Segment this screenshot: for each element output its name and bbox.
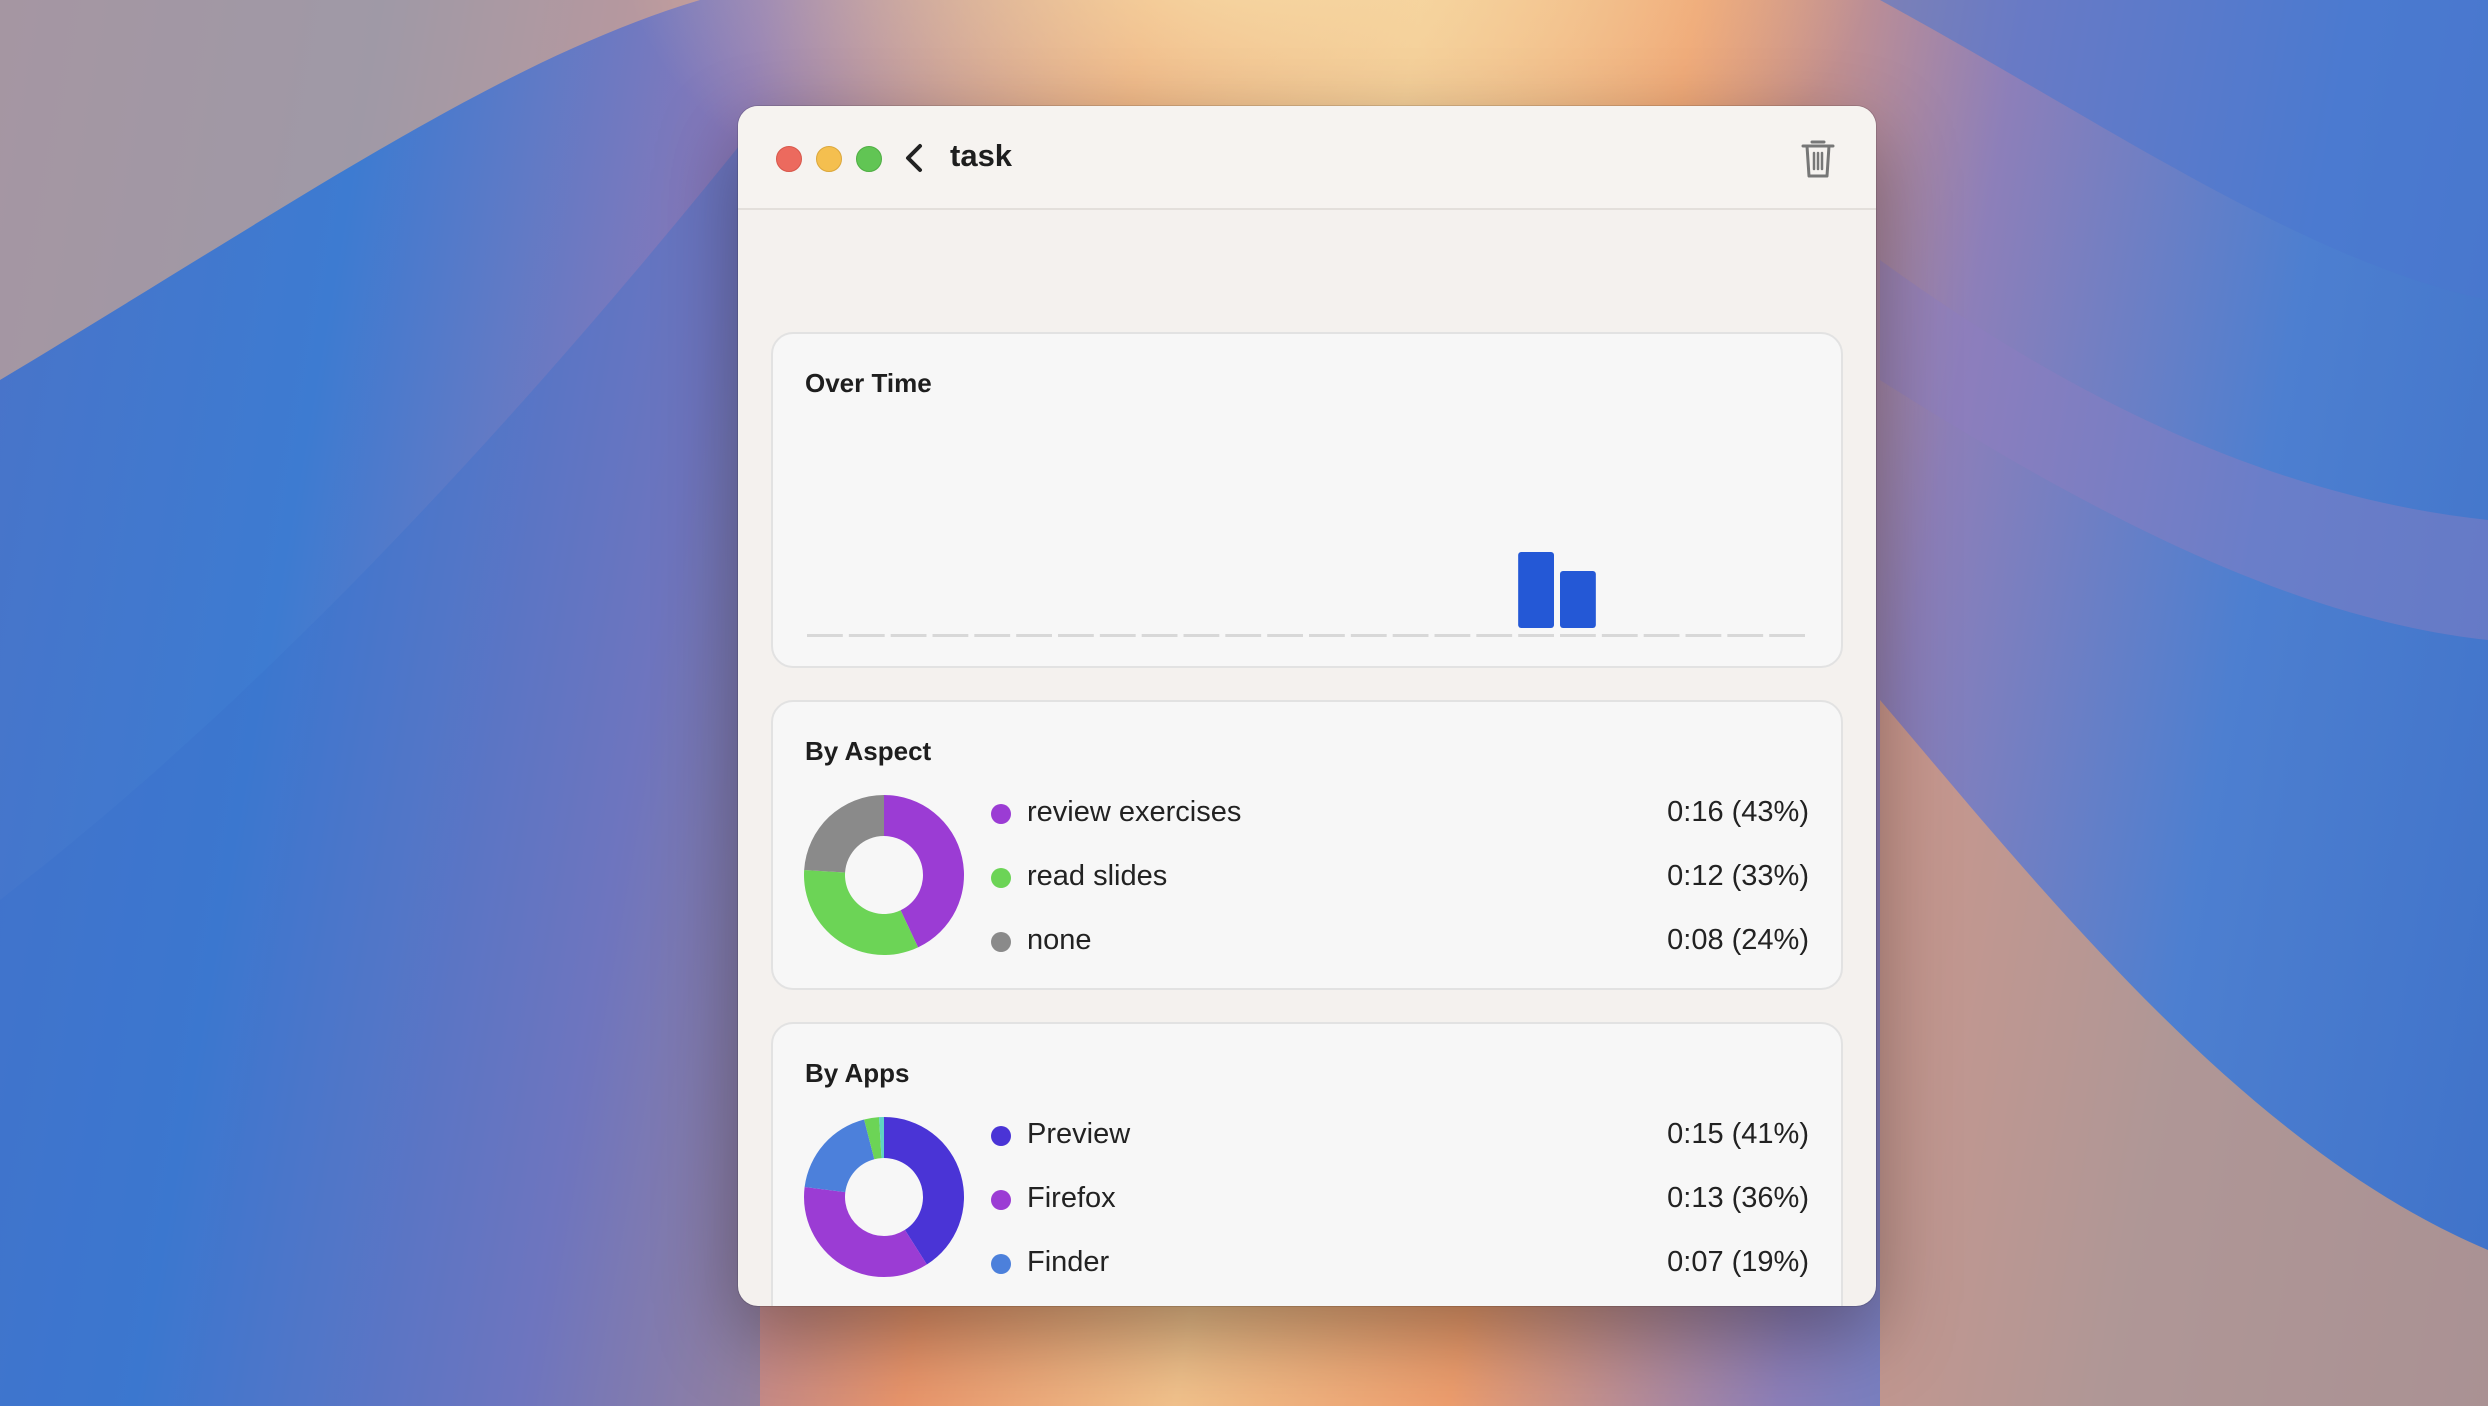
time-slot-baseline [890, 634, 927, 637]
time-slot-baseline [1141, 634, 1178, 637]
time-slot-baseline [1099, 634, 1136, 637]
titlebar: task [738, 106, 1876, 210]
minimize-window-button[interactable] [816, 146, 842, 172]
close-window-button[interactable] [776, 146, 802, 172]
time-bar[interactable] [1518, 552, 1554, 628]
aspect-slice-read-slides[interactable] [804, 869, 919, 955]
time-slot-baseline [1016, 634, 1052, 637]
by-aspect-donut-chart [804, 795, 964, 955]
app-slice-finder[interactable] [804, 1119, 875, 1193]
time-slot-baseline [932, 634, 969, 637]
time-slot-baseline [1643, 634, 1680, 637]
trash-icon [1801, 140, 1835, 178]
chevron-left-icon [906, 144, 922, 172]
over-time-card: Over Time [771, 332, 1843, 668]
app-window: task Over Time By Aspect review exercise… [738, 106, 1876, 1306]
color-dot-icon [991, 868, 1011, 888]
aspect-duration: 0:08 (24%) [1667, 924, 1809, 956]
by-aspect-title: By Aspect [805, 736, 932, 766]
time-bar[interactable] [1560, 571, 1596, 628]
by-apps-card: By Apps Preview 0:15 (41%) Firefox 0:13 (36… [771, 1022, 1843, 1306]
time-slot-baseline [1225, 634, 1262, 637]
app-label: Preview [1027, 1118, 1131, 1150]
app-duration: 0:07 (19%) [1667, 1246, 1809, 1278]
app-duration: 0:13 (36%) [1667, 1182, 1809, 1214]
app-label: Finder [1027, 1246, 1110, 1278]
aspect-label: none [1027, 924, 1092, 956]
color-dot-icon [991, 1126, 1011, 1146]
time-slot-baseline [1601, 634, 1638, 637]
time-slot-baseline [807, 634, 843, 637]
aspect-duration: 0:16 (43%) [1667, 796, 1809, 828]
color-dot-icon [991, 1190, 1011, 1210]
window-title: task [950, 138, 1013, 173]
time-slot-baseline [1560, 634, 1596, 637]
zoom-window-button[interactable] [856, 146, 882, 172]
aspect-duration: 0:12 (33%) [1667, 860, 1809, 892]
time-slot-baseline [1518, 634, 1554, 637]
color-dot-icon [991, 932, 1011, 952]
aspect-label: review exercises [1027, 796, 1242, 828]
app-duration: 0:15 (41%) [1667, 1118, 1809, 1150]
time-slot-baseline [1058, 634, 1094, 637]
back-button[interactable] [900, 140, 930, 176]
time-slot-baseline [1309, 634, 1345, 637]
color-dot-icon [991, 1254, 1011, 1274]
time-slot-baseline [848, 634, 885, 637]
app-legend-row[interactable]: Finder 0:07 (19%) [991, 1244, 1809, 1284]
time-slot-baseline [1392, 634, 1429, 637]
aspect-legend-row[interactable]: none 0:08 (24%) [991, 922, 1809, 962]
app-legend-row[interactable]: Preview 0:15 (41%) [991, 1116, 1809, 1156]
time-slot-baseline [974, 634, 1011, 637]
app-label: Firefox [1027, 1182, 1116, 1214]
time-slot-baseline [1350, 634, 1387, 637]
time-slot-baseline [1727, 634, 1764, 637]
time-slot-baseline [1769, 634, 1805, 637]
scroll-content[interactable]: Over Time By Aspect review exercises 0:16… [738, 210, 1876, 1306]
delete-button[interactable] [1798, 136, 1838, 180]
over-time-bar-chart [807, 552, 1805, 637]
time-slot-baseline [1476, 634, 1513, 637]
aspect-legend-row[interactable]: review exercises 0:16 (43%) [991, 794, 1809, 834]
aspect-legend-row[interactable]: read slides 0:12 (33%) [991, 858, 1809, 898]
by-aspect-card: By Aspect review exercises 0:16 (43%) read… [771, 700, 1843, 990]
app-legend-row[interactable]: Firefox 0:13 (36%) [991, 1180, 1809, 1220]
time-slot-baseline [1685, 634, 1722, 637]
time-slot-baseline [1434, 634, 1471, 637]
color-dot-icon [991, 804, 1011, 824]
by-apps-title: By Apps [805, 1058, 910, 1088]
by-apps-donut-chart [804, 1117, 964, 1277]
time-slot-baseline [1267, 634, 1303, 637]
aspect-slice-none[interactable] [804, 795, 884, 873]
aspect-label: read slides [1027, 860, 1168, 892]
time-slot-baseline [1183, 634, 1220, 637]
